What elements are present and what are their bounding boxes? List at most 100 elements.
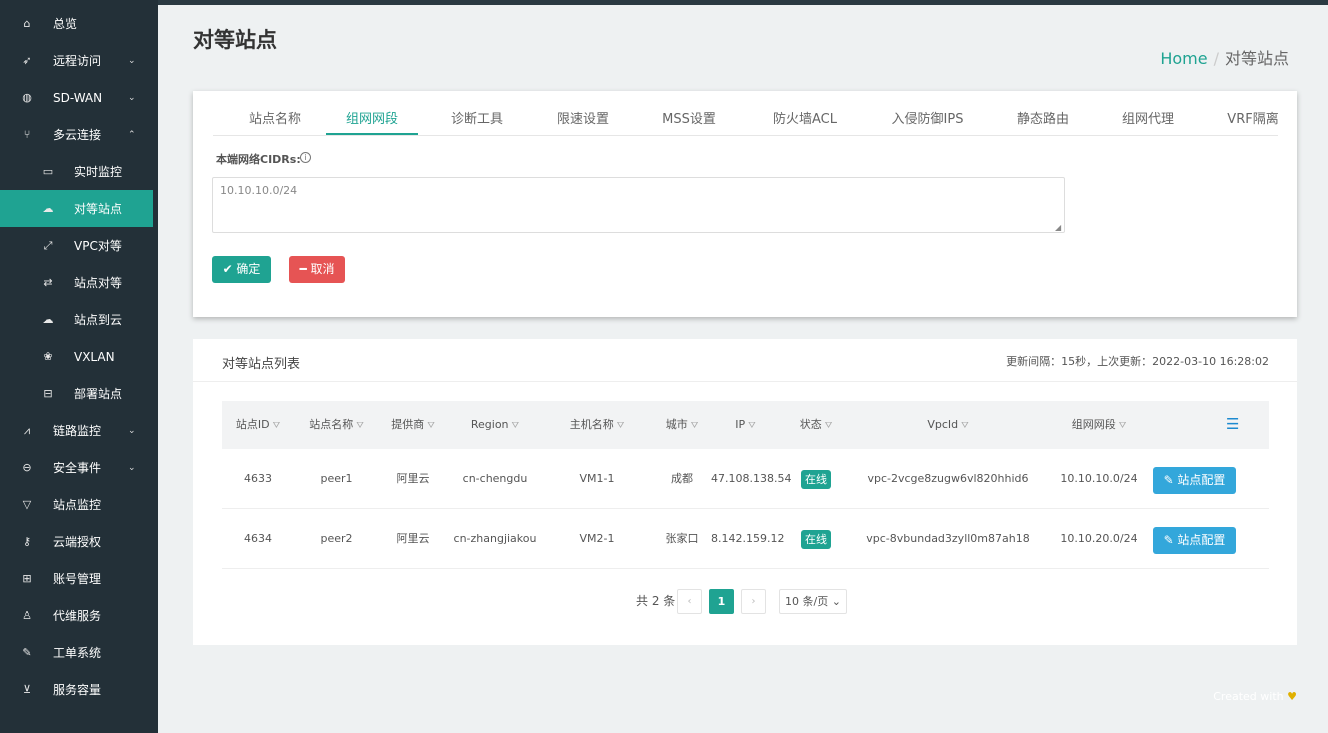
column-header-label: VpcId — [927, 418, 959, 431]
sidebar-item-8[interactable]: ☁ 站点到云 — [0, 301, 158, 338]
cidr-textarea[interactable]: 10.10.10.0/24 — [212, 177, 1065, 233]
confirm-button[interactable]: ✔ 确定 — [212, 256, 271, 283]
sidebar-item-5[interactable]: ☁ 对等站点 — [0, 190, 153, 227]
key-icon: ⚷ — [22, 535, 32, 548]
sidebar-item-1[interactable]: ➶ 远程访问 ⌄ — [0, 42, 158, 79]
column-header-label: 站点名称 — [309, 418, 354, 431]
monitor-icon: ▭ — [42, 165, 54, 178]
column-header: 城市 ⛛ — [653, 401, 711, 449]
sidebar-item-16[interactable]: ♙ 代维服务 — [0, 597, 158, 634]
chevron-up-icon: ⌃ — [128, 129, 136, 140]
cell-id: 4633 — [244, 472, 272, 485]
filter-icon[interactable]: ⛛ — [961, 421, 969, 431]
sidebar-item-label: 部署站点 — [74, 387, 123, 401]
tab-2[interactable]: 诊断工具 — [432, 105, 522, 135]
tab-0[interactable]: 站点名称 — [230, 105, 320, 135]
column-header: 状态 ⛛ — [780, 401, 852, 449]
table-header: ☰ 站点ID ⛛ 站点名称 ⛛ 提供商 ⛛ Region ⛛ 主机名称 ⛛ 城市 ⛛ IP ⛛ 状态 ⛛ Vpc… — [222, 401, 1269, 449]
site-config-card: 站点名称 组网网段 诊断工具 限速设置 MSS设置 防火墙ACL 入侵防御IPS 静态路由 组网… — [193, 91, 1297, 317]
pagination: 共 2 条 ‹ 1 › 10 条/页 ⌄ — [193, 589, 1297, 614]
next-page-button[interactable]: › — [741, 589, 766, 614]
sidebar-item-17[interactable]: ✎ 工单系统 — [0, 634, 158, 671]
cell-status: 在线 — [780, 509, 852, 569]
column-header-label: 主机名称 — [569, 418, 614, 431]
chevron-down-icon: ⌄ — [128, 92, 136, 103]
sidebar-item-7[interactable]: ⇄ 站点对等 — [0, 264, 158, 301]
sidebar-item-label: 云端授权 — [53, 535, 102, 549]
column-header-label: 提供商 — [391, 418, 425, 431]
cell-name: peer1 — [320, 472, 353, 485]
resize-handle-icon[interactable]: ◢ — [1055, 223, 1061, 232]
sidebar-item-13[interactable]: ▽ 站点监控 — [0, 486, 158, 523]
sidebar-item-4[interactable]: ▭ 实时监控 — [0, 153, 158, 190]
tab-4[interactable]: MSS设置 — [644, 105, 734, 135]
sidebar-item-15[interactable]: ⊞ 账号管理 — [0, 560, 158, 597]
filter-icon[interactable]: ⛛ — [427, 421, 435, 431]
tab-9[interactable]: VRF隔离 — [1208, 105, 1298, 135]
sidebar-item-14[interactable]: ⚷ 云端授权 — [0, 523, 158, 560]
sidebar-item-3[interactable]: ⑂ 多云连接 ⌃ — [0, 116, 158, 153]
sidebar-item-12[interactable]: ⊖ 安全事件 ⌄ — [0, 449, 158, 486]
filter-icon[interactable]: ⛛ — [273, 421, 281, 431]
breadcrumb: Home / 对等站点 — [1160, 45, 1289, 69]
heart-icon: ♥ — [1287, 690, 1297, 703]
home-icon: ⌂ — [23, 17, 31, 30]
pagination-total: 共 2 条 — [636, 594, 676, 608]
cell-ip: 47.108.138.54 — [711, 472, 792, 485]
column-header: 主机名称 ⛛ — [541, 401, 653, 449]
sidebar-item-18[interactable]: ⊻ 服务容量 — [0, 671, 158, 708]
cell-host: VM2-1 — [579, 532, 615, 545]
sidebar-item-label: 总览 — [53, 17, 78, 31]
info-icon[interactable]: i — [300, 152, 311, 163]
breadcrumb-home-link[interactable]: Home — [1160, 49, 1207, 68]
page-1-button[interactable]: 1 — [709, 589, 734, 614]
filter-icon[interactable]: ⛛ — [691, 421, 699, 431]
cart-icon: ⊻ — [22, 683, 32, 696]
column-header: 站点ID ⛛ — [222, 401, 294, 449]
tab-7[interactable]: 静态路由 — [998, 105, 1088, 135]
filter-icon[interactable]: ⛛ — [825, 421, 833, 431]
table-row: 4634 peer2 阿里云 cn-zhangjiakou VM2-1 张家口 8.142.… — [222, 509, 1269, 569]
footer-text: Created with — [1213, 690, 1284, 703]
sidebar-item-label: 对等站点 — [74, 202, 123, 216]
site-config-button[interactable]: ✎ 站点配置 — [1153, 467, 1236, 494]
tab-6[interactable]: 入侵防御IPS — [875, 105, 980, 135]
footer: Created with ♥ — [1213, 690, 1297, 703]
sidebar-item-6[interactable]: ⤢ VPC对等 — [0, 227, 158, 264]
sidebar-item-10[interactable]: ⊟ 部署站点 — [0, 375, 158, 412]
tab-1[interactable]: 组网网段 — [326, 105, 418, 135]
tab-5[interactable]: 防火墙ACL — [750, 105, 860, 135]
sidebar-item-9[interactable]: ❀ VXLAN — [0, 338, 158, 375]
cell-provider: 阿里云 — [396, 472, 430, 485]
filter-icon[interactable]: ⛛ — [512, 421, 520, 431]
tab-3[interactable]: 限速设置 — [538, 105, 628, 135]
prev-page-button[interactable]: ‹ — [677, 589, 702, 614]
filter-icon[interactable]: ⛛ — [356, 421, 364, 431]
filter-icon[interactable]: ⛛ — [617, 421, 625, 431]
chevron-down-icon: ⌄ — [128, 425, 136, 436]
column-settings-icon[interactable]: ☰ — [1226, 401, 1239, 449]
cell-cidr: 10.10.20.0/24 — [1060, 532, 1138, 545]
column-header: 组网网段 ⛛ — [1044, 401, 1154, 449]
users-icon: ⊞ — [22, 572, 32, 585]
cancel-button[interactable]: ━ 取消 — [289, 256, 345, 283]
sidebar-item-11[interactable]: ⩘ 链路监控 ⌄ — [0, 412, 158, 449]
filter-icon[interactable]: ⛛ — [1119, 421, 1127, 431]
wrench-icon: ✎ — [22, 646, 32, 659]
sidebar-item-0[interactable]: ⌂ 总览 — [0, 5, 158, 42]
site-config-button[interactable]: ✎ 站点配置 — [1153, 527, 1236, 554]
breadcrumb-separator: / — [1213, 49, 1219, 68]
peer-site-list-card: 对等站点列表 更新间隔：15秒，上次更新：2022-03-10 16:28:02… — [193, 339, 1297, 645]
sidebar-item-2[interactable]: ◍ SD-WAN ⌄ — [0, 79, 158, 116]
filter-icon[interactable]: ⛛ — [748, 421, 756, 431]
chevron-down-icon: ⌄ — [128, 462, 136, 473]
sidebar: ⌂ 总览 ➶ 远程访问 ⌄ ◍ SD-WAN ⌄ ⑂ 多云连接 ⌃ ▭ 实时监控 ☁ 对等站点 ⤢ VPC对等 ⇄… — [0, 0, 158, 733]
sidebar-item-label: SD-WAN — [53, 90, 103, 105]
tab-8[interactable]: 组网代理 — [1103, 105, 1193, 135]
sidebar-item-label: 安全事件 — [53, 461, 102, 475]
cell-region: cn-chengdu — [462, 472, 528, 485]
cell-status: 在线 — [780, 449, 852, 509]
globe-icon: ◍ — [22, 91, 32, 104]
sync-icon: ⇄ — [43, 276, 53, 289]
page-size-select[interactable]: 10 条/页 ⌄ — [779, 589, 847, 614]
